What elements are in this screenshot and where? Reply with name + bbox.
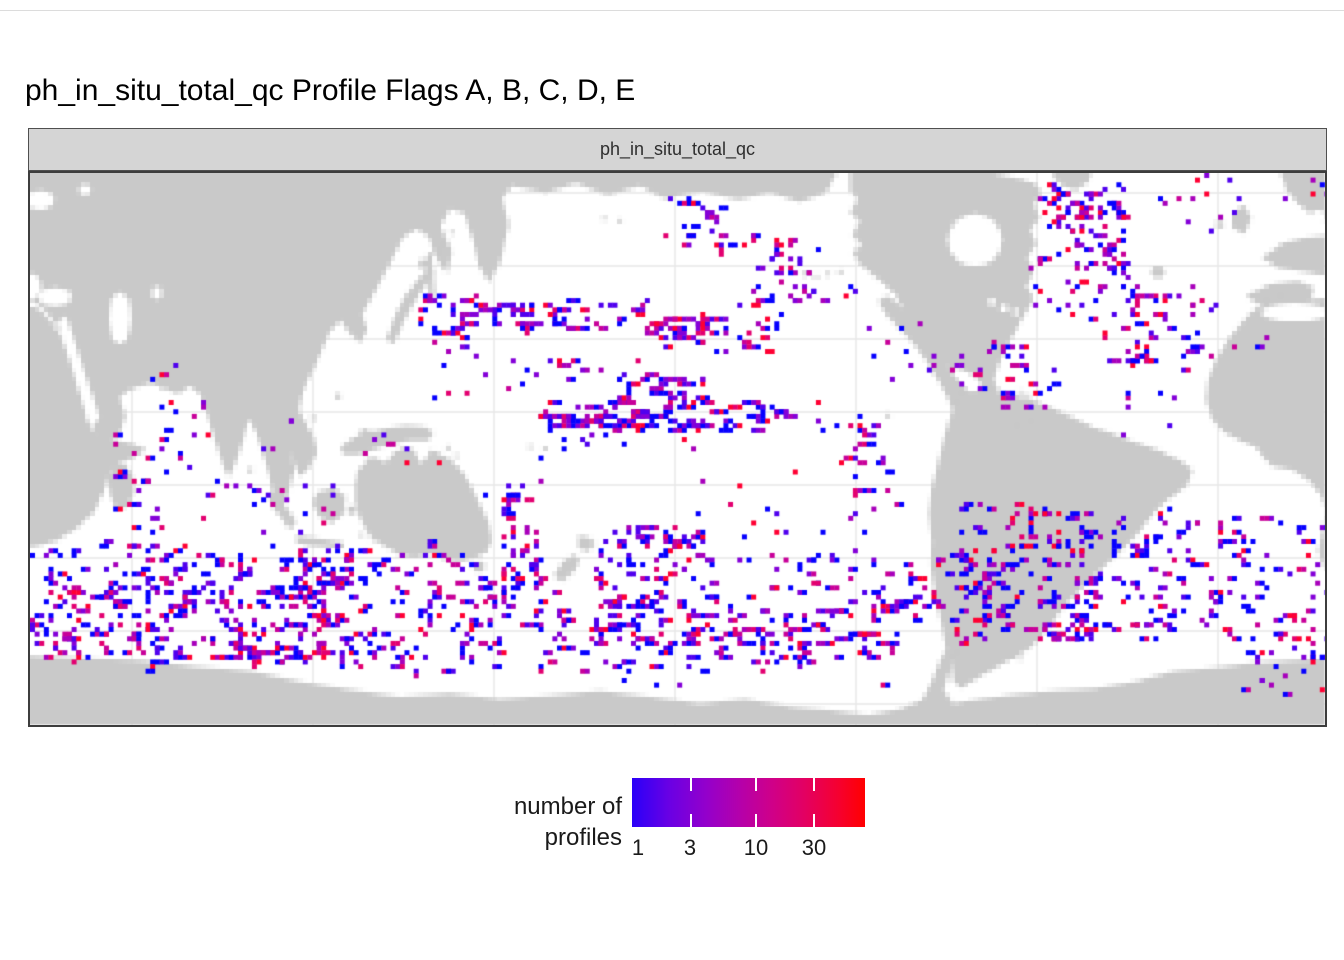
colorbar-tick [755, 814, 757, 827]
legend-title-line2: profiles [300, 822, 622, 853]
colorbar [632, 778, 865, 827]
colorbar-tick-label: 10 [744, 835, 768, 861]
colorbar-tick [813, 814, 815, 827]
colorbar-tick-label: 1 [632, 835, 644, 861]
colorbar-tick [690, 814, 692, 827]
legend-title-line1: number of [300, 791, 622, 822]
colorbar-tick [755, 778, 757, 791]
legend-title: number of profiles [300, 791, 622, 853]
colorbar-tick [690, 778, 692, 791]
colorbar-gradient [632, 778, 865, 827]
colorbar-tick-label: 3 [684, 835, 696, 861]
colorbar-tick-labels: 1 3 10 30 [632, 835, 865, 863]
colorbar-tick [813, 778, 815, 791]
colorbar-tick-label: 30 [802, 835, 826, 861]
colorbar-legend: number of profiles 1 3 10 30 [0, 0, 1344, 960]
figure-page: ph_in_situ_total_qc Profile Flags A, B, … [0, 0, 1344, 960]
